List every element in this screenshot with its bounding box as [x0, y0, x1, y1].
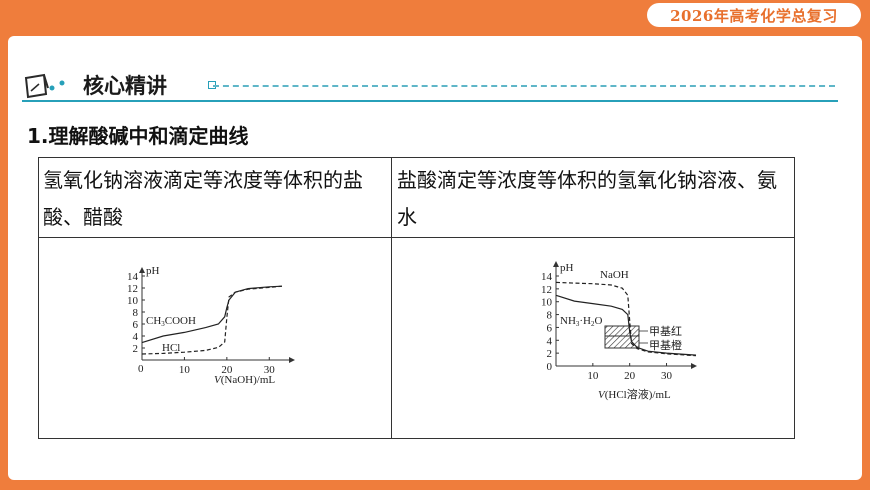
y-tick-label: 10: [541, 297, 553, 309]
header-dashed-line: [213, 85, 835, 87]
x-tick-label: 30: [264, 364, 276, 376]
header-underline: [22, 100, 838, 102]
y-tick-label: 4: [133, 331, 139, 343]
x-tick-label: 10: [587, 370, 599, 382]
course-badge: 2026年高考化学总复习: [647, 3, 861, 27]
x-tick-label: 20: [624, 370, 636, 382]
notes-icon: [24, 73, 65, 99]
x-axis-label: V(HCl溶液)/mL: [598, 387, 671, 401]
series-label-naoh: NaOH: [600, 269, 629, 281]
x-tick-label: 30: [661, 370, 673, 382]
methyl-red-range: [604, 325, 640, 337]
y-tick-label: 8: [133, 307, 139, 319]
y-tick-label: 6: [547, 322, 553, 334]
y-tick-label: 12: [541, 284, 552, 296]
chart-naoh-titrates-acids: pH V(NaOH)/mL 0 246810121410 20 30 CH3COOH…: [127, 265, 295, 386]
y-tick-label: 12: [127, 283, 138, 295]
x-tick-label: 10: [179, 364, 191, 376]
series-label-hcl: HCl: [162, 342, 180, 354]
x-origin-label: 0: [138, 363, 144, 375]
y-axis-label: pH: [560, 262, 574, 274]
table-divider-vertical: [391, 158, 392, 438]
indicator-label-methyl-red: 甲基红: [649, 325, 682, 338]
series-label-nh3h2o: NH3·H2O: [560, 315, 603, 328]
y-tick-label: 2: [133, 343, 139, 355]
series-line-0: [141, 285, 283, 344]
y-tick-label: 14: [127, 271, 139, 283]
y-tick-label: 0: [547, 361, 553, 373]
methyl-orange-range: [604, 335, 640, 349]
y-tick-label: 10: [127, 295, 139, 307]
section-title: 1.理解酸碱中和滴定曲线: [27, 124, 249, 148]
indicator-label-methyl-orange: 甲基橙: [649, 338, 682, 352]
y-tick-label: 6: [133, 319, 139, 331]
y-tick-label: 2: [547, 348, 553, 360]
y-tick-label: 4: [547, 335, 553, 347]
chart-hcl-titrates-bases: pH V(HCl溶液)/mL 0246810121410 20 30 NaOH NH…: [541, 261, 697, 401]
y-axis-label: pH: [146, 265, 160, 277]
page-title: 核心精讲: [83, 74, 167, 98]
y-tick-label: 8: [547, 310, 553, 322]
series-label-ch3cooh: CH3COOH: [146, 315, 196, 328]
table-divider-horizontal: [39, 237, 794, 238]
table-header-left: 氢氧化钠溶液滴定等浓度等体积的盐酸、醋酸: [43, 168, 363, 229]
table-header-right: 盐酸滴定等浓度等体积的氢氧化钠溶液、氨水: [397, 168, 777, 229]
x-tick-label: 20: [221, 364, 233, 376]
y-tick-label: 14: [541, 271, 553, 283]
